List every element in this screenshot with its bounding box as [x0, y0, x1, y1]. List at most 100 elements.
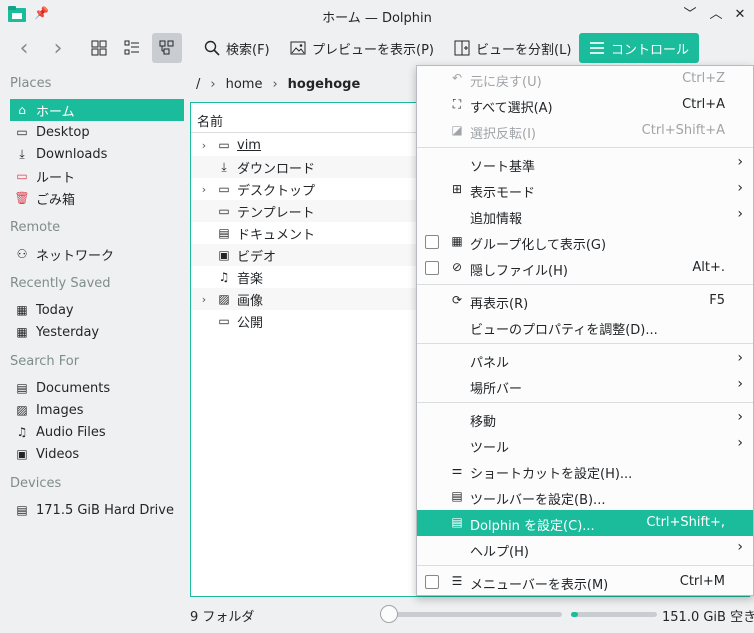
preview-button[interactable]: プレビューを表示(P) [286, 33, 438, 63]
sidebar-item-yesterday[interactable]: ▦ Yesterday [10, 321, 184, 343]
sidebar-item-root[interactable]: ▭ ルート [10, 165, 184, 187]
checkbox[interactable] [425, 261, 439, 275]
search-button[interactable]: 検索(F) [200, 33, 274, 63]
main-toolbar: ‹ › 検索(F) プレビューを表示(P) ビューを分割(L) コントロール [0, 30, 754, 66]
checkbox[interactable] [425, 575, 439, 589]
breadcrumb-root[interactable]: / [196, 77, 200, 92]
maximize-button[interactable]: ︿ [706, 5, 726, 25]
submenu-arrow-icon: › [737, 409, 743, 425]
table-row[interactable]: ▤ ドキュメント [191, 222, 417, 244]
hamburger-menu-icon [590, 42, 604, 54]
sidebar-item-documents[interactable]: ▤ Documents [10, 377, 184, 399]
templates-folder-icon: ▭ [218, 204, 230, 218]
calendar-icon: ▦ [16, 325, 28, 339]
submenu-arrow-icon: › [737, 180, 743, 196]
menu-item-configure-dolphin[interactable]: ▤ Dolphin を設定(C)... Ctrl+Shift+, [417, 510, 753, 536]
expand-chevron-icon[interactable]: › [191, 293, 217, 306]
breadcrumb: / › home › hogehoge [190, 72, 360, 96]
menu-item-sort-by[interactable]: ソート基準 › [417, 151, 753, 177]
folder-icon: ▭ [218, 138, 230, 152]
sidebar-item-today[interactable]: ▦ Today [10, 299, 184, 321]
sidebar-item-videos[interactable]: ▣ Videos [10, 443, 184, 465]
remote-heading: Remote [10, 220, 61, 235]
column-header-name[interactable]: 名前 [191, 103, 417, 133]
title-bar: 📌 ホーム — Dolphin ﹀ ︿ ✕ [0, 0, 754, 30]
minimize-button[interactable]: ﹀ [680, 5, 700, 25]
menu-item-configure-toolbars[interactable]: ▤ ツールバーを設定(B)... [417, 484, 753, 510]
sidebar-item-home[interactable]: ⌂ ホーム [10, 99, 184, 121]
reload-icon: ⟳ [451, 293, 463, 307]
expand-chevron-icon[interactable]: › [191, 139, 217, 152]
menu-item-additional-info[interactable]: 追加情報 › [417, 203, 753, 229]
document-icon: ▤ [16, 381, 28, 395]
menu-separator [417, 402, 753, 403]
sidebar-item-images[interactable]: ▨ Images [10, 399, 184, 421]
menu-item-panels[interactable]: パネル › [417, 347, 753, 373]
expand-chevron-icon[interactable]: › [191, 183, 217, 196]
menu-item-show-in-groups[interactable]: ▦ グループ化して表示(G) [417, 229, 753, 255]
forward-button[interactable]: › [46, 33, 70, 63]
menu-item-view-properties[interactable]: ビューのプロパティを調整(D)... [417, 314, 753, 340]
checkbox[interactable] [425, 235, 439, 249]
menu-item-hidden-files[interactable]: ⊘ 隠しファイル(H) Alt+. [417, 255, 753, 281]
menu-item-show-menubar[interactable]: ☰ メニューバーを表示(M) Ctrl+M [417, 569, 753, 595]
table-row[interactable]: › ▭ vim [191, 134, 417, 156]
menu-item-view-mode[interactable]: ⊞ 表示モード › [417, 177, 753, 203]
close-button[interactable]: ✕ [730, 5, 750, 25]
devices-heading: Devices [10, 476, 62, 491]
submenu-arrow-icon: › [737, 154, 743, 170]
table-row[interactable]: ▭ テンプレート [191, 200, 417, 222]
sidebar-item-downloads[interactable]: ⤓ Downloads [10, 143, 184, 165]
table-row[interactable]: ▭ 公開 [191, 310, 417, 332]
places-heading: Places [10, 76, 52, 91]
menu-item-invert-selection[interactable]: ◪ 選択反転(I) Ctrl+Shift+A [417, 118, 753, 144]
sidebar-item-hard-drive[interactable]: ▤ 171.5 GiB Hard Drive [10, 499, 184, 521]
table-row[interactable]: › ▭ デスクトップ [191, 178, 417, 200]
breadcrumb-current[interactable]: hogehoge [288, 77, 361, 92]
desktop-folder-icon: ▭ [218, 182, 230, 196]
sidebar-item-desktop[interactable]: ▭ Desktop [10, 121, 184, 143]
control-menu: ↶ 元に戻す(U) Ctrl+Z ⛶ すべて選択(A) Ctrl+A ◪ 選択反… [416, 65, 754, 596]
menu-item-configure-shortcuts[interactable]: ⚌ ショートカットを設定(H)... [417, 458, 753, 484]
table-row[interactable]: ▣ ビデオ [191, 244, 417, 266]
compact-view-button[interactable] [119, 33, 145, 63]
back-button[interactable]: ‹ [12, 33, 36, 63]
menu-item-location-bar[interactable]: 場所バー › [417, 373, 753, 399]
menu-item-go[interactable]: 移動 › [417, 406, 753, 432]
recently-saved-heading: Recently Saved [10, 276, 111, 291]
table-row[interactable]: ♫ 音楽 [191, 266, 417, 288]
sidebar-item-audio-files[interactable]: ♫ Audio Files [10, 421, 184, 443]
details-view-button[interactable] [152, 33, 182, 63]
menu-item-tools[interactable]: ツール › [417, 432, 753, 458]
split-view-button[interactable]: ビューを分割(L) [450, 33, 575, 63]
icons-view-button[interactable] [86, 33, 112, 63]
menu-item-reload[interactable]: ⟳ 再表示(R) F5 [417, 288, 753, 314]
sidebar-item-network[interactable]: ⚇ ネットワーク [10, 243, 184, 265]
places-panel: Places ⌂ ホーム ▭ Desktop ⤓ Downloads ▭ ルート… [0, 66, 188, 606]
table-row[interactable]: › ▨ 画像 [191, 288, 417, 310]
zoom-slider-handle[interactable] [380, 605, 398, 623]
menu-item-help[interactable]: ヘルプ(H) › [417, 536, 753, 562]
sidebar-item-label: Yesterday [36, 324, 100, 340]
control-menu-button[interactable]: コントロール [579, 33, 699, 63]
menu-separator [417, 284, 753, 285]
menu-item-select-all[interactable]: ⛶ すべて選択(A) Ctrl+A [417, 92, 753, 118]
row-label: ビデオ [237, 249, 277, 265]
split-view-icon [454, 40, 470, 56]
select-all-icon: ⛶ [452, 97, 462, 111]
details-view-icon [159, 40, 174, 55]
free-space-label: 151.0 GiB 空き [662, 610, 754, 625]
pictures-folder-icon: ▨ [218, 292, 230, 306]
sidebar-item-label: Documents [36, 380, 111, 396]
menu-item-undo[interactable]: ↶ 元に戻す(U) Ctrl+Z [417, 66, 753, 92]
table-row[interactable]: ⤓ ダウンロード [191, 156, 417, 178]
breadcrumb-home[interactable]: home [226, 77, 263, 92]
sidebar-item-label: ルート [36, 170, 76, 186]
sidebar-item-trash[interactable]: 🗑 ごみ箱 [10, 187, 184, 209]
row-label: vim [237, 137, 261, 153]
status-bar: 9 フォルダ 151.0 GiB 空き [190, 604, 754, 626]
zoom-slider[interactable] [388, 612, 562, 617]
control-menu-label: コントロール [611, 42, 690, 58]
settings-icon: ▤ [451, 515, 463, 529]
search-button-label: 検索(F) [226, 42, 270, 58]
